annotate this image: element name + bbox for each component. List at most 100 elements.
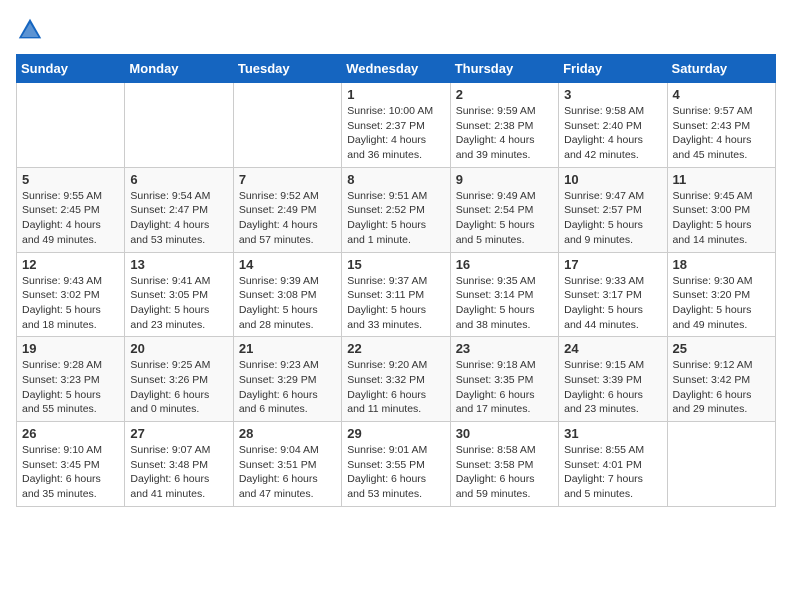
day-number: 6 [130, 172, 227, 187]
day-number: 8 [347, 172, 444, 187]
calendar-cell: 19 Sunrise: 9:28 AM Sunset: 3:23 PM Dayli… [17, 337, 125, 422]
day-info: Sunrise: 9:30 AM Sunset: 3:20 PM Dayligh… [673, 274, 770, 333]
day-number: 11 [673, 172, 770, 187]
calendar-cell [233, 83, 341, 168]
day-number: 26 [22, 426, 119, 441]
calendar-cell: 6 Sunrise: 9:54 AM Sunset: 2:47 PM Daylig… [125, 167, 233, 252]
day-number: 3 [564, 87, 661, 102]
calendar-cell: 28 Sunrise: 9:04 AM Sunset: 3:51 PM Dayli… [233, 422, 341, 507]
calendar-cell [667, 422, 775, 507]
calendar-cell: 26 Sunrise: 9:10 AM Sunset: 3:45 PM Dayli… [17, 422, 125, 507]
day-info: Sunrise: 9:54 AM Sunset: 2:47 PM Dayligh… [130, 189, 227, 248]
day-number: 5 [22, 172, 119, 187]
day-number: 25 [673, 341, 770, 356]
calendar-cell: 27 Sunrise: 9:07 AM Sunset: 3:48 PM Dayli… [125, 422, 233, 507]
calendar-header-row: SundayMondayTuesdayWednesdayThursdayFrid… [17, 55, 776, 83]
day-number: 23 [456, 341, 553, 356]
calendar-week-row: 5 Sunrise: 9:55 AM Sunset: 2:45 PM Daylig… [17, 167, 776, 252]
calendar-cell: 21Sunrise: 9:23 AM Sunset: 3:29 PM Dayli… [233, 337, 341, 422]
day-number: 20 [130, 341, 227, 356]
day-number: 15 [347, 257, 444, 272]
day-number: 28 [239, 426, 336, 441]
day-info: Sunrise: 9:20 AM Sunset: 3:32 PM Dayligh… [347, 358, 444, 417]
day-number: 30 [456, 426, 553, 441]
day-info: Sunrise: 9:15 AM Sunset: 3:39 PM Dayligh… [564, 358, 661, 417]
calendar-cell: 30 Sunrise: 8:58 AM Sunset: 3:58 PM Dayli… [450, 422, 558, 507]
calendar-cell: 31 Sunrise: 8:55 AM Sunset: 4:01 PM Dayli… [559, 422, 667, 507]
day-number: 31 [564, 426, 661, 441]
calendar-cell: 7 Sunrise: 9:52 AM Sunset: 2:49 PM Daylig… [233, 167, 341, 252]
calendar-cell: 29 Sunrise: 9:01 AM Sunset: 3:55 PM Dayli… [342, 422, 450, 507]
day-info: Sunrise: 9:52 AM Sunset: 2:49 PM Dayligh… [239, 189, 336, 248]
day-info: Sunrise: 9:25 AM Sunset: 3:26 PM Dayligh… [130, 358, 227, 417]
day-info: Sunrise: 8:55 AM Sunset: 4:01 PM Dayligh… [564, 443, 661, 502]
day-info: Sunrise: 8:58 AM Sunset: 3:58 PM Dayligh… [456, 443, 553, 502]
day-info: Sunrise: 9:55 AM Sunset: 2:45 PM Dayligh… [22, 189, 119, 248]
day-info: Sunrise: 9:18 AM Sunset: 3:35 PM Dayligh… [456, 358, 553, 417]
day-number: 12 [22, 257, 119, 272]
day-info: Sunrise: 9:41 AM Sunset: 3:05 PM Dayligh… [130, 274, 227, 333]
calendar-cell [125, 83, 233, 168]
calendar-cell: 4 Sunrise: 9:57 AM Sunset: 2:43 PM Daylig… [667, 83, 775, 168]
calendar-week-row: 26 Sunrise: 9:10 AM Sunset: 3:45 PM Dayli… [17, 422, 776, 507]
logo-icon [16, 16, 44, 44]
day-number: 4 [673, 87, 770, 102]
day-info: Sunrise: 9:28 AM Sunset: 3:23 PM Dayligh… [22, 358, 119, 417]
weekday-header: Saturday [667, 55, 775, 83]
calendar-cell: 2Sunrise: 9:59 AM Sunset: 2:38 PM Daylig… [450, 83, 558, 168]
day-number: 24 [564, 341, 661, 356]
day-info: Sunrise: 9:39 AM Sunset: 3:08 PM Dayligh… [239, 274, 336, 333]
calendar-cell: 24 Sunrise: 9:15 AM Sunset: 3:39 PM Dayli… [559, 337, 667, 422]
calendar-cell: 20 Sunrise: 9:25 AM Sunset: 3:26 PM Dayli… [125, 337, 233, 422]
day-info: Sunrise: 9:58 AM Sunset: 2:40 PM Dayligh… [564, 104, 661, 163]
day-info: Sunrise: 9:43 AM Sunset: 3:02 PM Dayligh… [22, 274, 119, 333]
page-header [16, 16, 776, 44]
calendar-cell: 14Sunrise: 9:39 AM Sunset: 3:08 PM Dayli… [233, 252, 341, 337]
day-info: Sunrise: 9:10 AM Sunset: 3:45 PM Dayligh… [22, 443, 119, 502]
calendar-cell: 1Sunrise: 10:00 AM Sunset: 2:37 PM Dayli… [342, 83, 450, 168]
weekday-header: Friday [559, 55, 667, 83]
calendar-cell: 18 Sunrise: 9:30 AM Sunset: 3:20 PM Dayli… [667, 252, 775, 337]
calendar-week-row: 1Sunrise: 10:00 AM Sunset: 2:37 PM Dayli… [17, 83, 776, 168]
calendar-cell [17, 83, 125, 168]
day-number: 27 [130, 426, 227, 441]
day-number: 7 [239, 172, 336, 187]
day-info: Sunrise: 9:59 AM Sunset: 2:38 PM Dayligh… [456, 104, 553, 163]
day-number: 29 [347, 426, 444, 441]
day-info: Sunrise: 9:47 AM Sunset: 2:57 PM Dayligh… [564, 189, 661, 248]
day-number: 13 [130, 257, 227, 272]
day-info: Sunrise: 10:00 AM Sunset: 2:37 PM Daylig… [347, 104, 444, 163]
calendar-week-row: 19 Sunrise: 9:28 AM Sunset: 3:23 PM Dayli… [17, 337, 776, 422]
day-number: 10 [564, 172, 661, 187]
day-info: Sunrise: 9:07 AM Sunset: 3:48 PM Dayligh… [130, 443, 227, 502]
day-info: Sunrise: 9:33 AM Sunset: 3:17 PM Dayligh… [564, 274, 661, 333]
day-number: 9 [456, 172, 553, 187]
day-number: 19 [22, 341, 119, 356]
weekday-header: Thursday [450, 55, 558, 83]
calendar-cell: 3 Sunrise: 9:58 AM Sunset: 2:40 PM Daylig… [559, 83, 667, 168]
weekday-header: Sunday [17, 55, 125, 83]
day-info: Sunrise: 9:04 AM Sunset: 3:51 PM Dayligh… [239, 443, 336, 502]
calendar-cell: 9 Sunrise: 9:49 AM Sunset: 2:54 PM Daylig… [450, 167, 558, 252]
day-info: Sunrise: 9:57 AM Sunset: 2:43 PM Dayligh… [673, 104, 770, 163]
day-number: 16 [456, 257, 553, 272]
calendar-cell: 23 Sunrise: 9:18 AM Sunset: 3:35 PM Dayli… [450, 337, 558, 422]
day-number: 17 [564, 257, 661, 272]
weekday-header: Monday [125, 55, 233, 83]
calendar-cell: 16 Sunrise: 9:35 AM Sunset: 3:14 PM Dayli… [450, 252, 558, 337]
day-info: Sunrise: 9:35 AM Sunset: 3:14 PM Dayligh… [456, 274, 553, 333]
calendar-cell: 10 Sunrise: 9:47 AM Sunset: 2:57 PM Dayli… [559, 167, 667, 252]
calendar-cell: 11 Sunrise: 9:45 AM Sunset: 3:00 PM Dayli… [667, 167, 775, 252]
weekday-header: Wednesday [342, 55, 450, 83]
weekday-header: Tuesday [233, 55, 341, 83]
day-number: 22 [347, 341, 444, 356]
day-info: Sunrise: 9:37 AM Sunset: 3:11 PM Dayligh… [347, 274, 444, 333]
day-number: 18 [673, 257, 770, 272]
day-info: Sunrise: 9:01 AM Sunset: 3:55 PM Dayligh… [347, 443, 444, 502]
day-info: Sunrise: 9:51 AM Sunset: 2:52 PM Dayligh… [347, 189, 444, 248]
day-info: Sunrise: 9:45 AM Sunset: 3:00 PM Dayligh… [673, 189, 770, 248]
day-info: Sunrise: 9:12 AM Sunset: 3:42 PM Dayligh… [673, 358, 770, 417]
calendar-cell: 22 Sunrise: 9:20 AM Sunset: 3:32 PM Dayli… [342, 337, 450, 422]
day-info: Sunrise: 9:49 AM Sunset: 2:54 PM Dayligh… [456, 189, 553, 248]
calendar-cell: 8 Sunrise: 9:51 AM Sunset: 2:52 PM Daylig… [342, 167, 450, 252]
